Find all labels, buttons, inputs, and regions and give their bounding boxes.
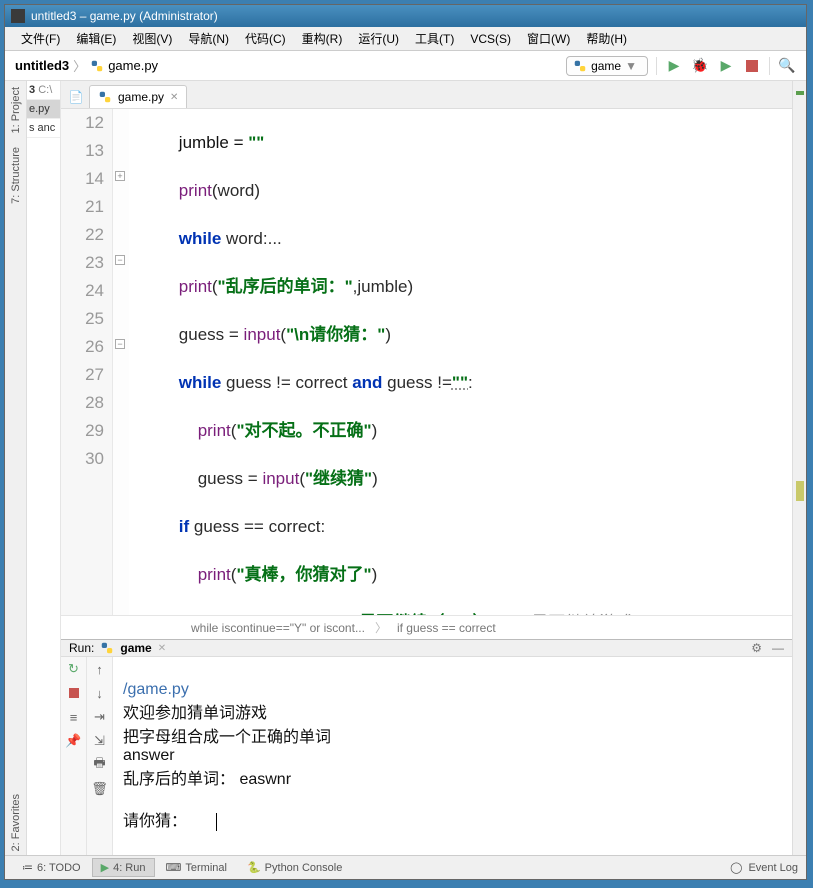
titlebar: untitled3 – game.py (Administrator): [5, 5, 806, 27]
bottom-tab-run[interactable]: ▶4: Run: [92, 858, 155, 877]
code-area[interactable]: jumble = "" print(word) while word:... p…: [129, 109, 792, 615]
menu-refactor[interactable]: 重构(R): [296, 28, 349, 49]
console-path: /game.py: [123, 681, 189, 698]
chevron-down-icon: ▼: [625, 59, 637, 73]
project-tree[interactable]: 3 C:\ e.py s anc: [27, 81, 61, 855]
console-line: answer: [123, 747, 175, 764]
stop-button[interactable]: [743, 57, 761, 75]
editor-tab[interactable]: game.py ✕: [89, 85, 187, 108]
app-icon: [11, 9, 25, 23]
down-icon[interactable]: ↓: [92, 685, 108, 701]
console-line: 把字母组合成一个正确的单词: [123, 729, 331, 746]
layout-icon[interactable]: ≡: [66, 709, 82, 725]
console-output[interactable]: /game.py 欢迎参加猜单词游戏 把字母组合成一个正确的单词 answer …: [113, 657, 792, 855]
separator: [656, 57, 657, 75]
ok-marker: [796, 91, 804, 95]
menu-run[interactable]: 运行(U): [352, 28, 405, 49]
project-row[interactable]: 3 C:\: [27, 81, 60, 100]
menu-window[interactable]: 窗口(W): [521, 28, 576, 49]
console-line: 乱序后的单词： easwnr: [123, 771, 291, 788]
run-button[interactable]: ▶: [665, 57, 683, 75]
code-editor[interactable]: 12131421222324252627282930 + − − jumble …: [61, 109, 792, 615]
tool-favorites[interactable]: 2: Favorites: [10, 790, 22, 855]
debug-button[interactable]: 🐞: [691, 57, 709, 75]
breadcrumb-file[interactable]: game.py: [90, 58, 158, 73]
bottom-tab-terminal[interactable]: ⌨Terminal: [157, 858, 236, 877]
up-icon[interactable]: ↑: [92, 661, 108, 677]
editor-error-stripe[interactable]: [792, 81, 806, 855]
run-toolbar-b: ↑ ↓ ⇥ ⇲ 🖶 🗑: [87, 657, 113, 855]
event-log-icon[interactable]: ◯: [730, 861, 742, 874]
project-row-selected[interactable]: e.py: [27, 100, 60, 119]
menu-tools[interactable]: 工具(T): [409, 28, 460, 49]
menu-edit[interactable]: 编辑(E): [70, 28, 122, 49]
search-button[interactable]: 🔍: [778, 57, 796, 75]
run-with-coverage-button[interactable]: ▶: [717, 57, 735, 75]
close-icon[interactable]: ✕: [170, 92, 178, 103]
project-row[interactable]: s anc: [27, 119, 60, 138]
run-toolbar-a: ↻ ≡ 📌: [61, 657, 87, 855]
bottom-bar: ≔6: TODO ▶4: Run ⌨Terminal 🐍Python Conso…: [5, 855, 806, 879]
navbar: untitled3 〉 game.py game ▼ ▶ 🐞 ▶ 🔍: [5, 51, 806, 81]
fold-column[interactable]: + − −: [113, 109, 129, 615]
console-prompt: 请你猜：: [123, 813, 187, 830]
pin-icon[interactable]: 📌: [66, 733, 82, 749]
run-panel-title: Run:: [69, 641, 94, 655]
bottom-tab-todo[interactable]: ≔6: TODO: [13, 858, 90, 877]
close-icon[interactable]: ✕: [158, 643, 166, 654]
minimize-icon[interactable]: —: [772, 641, 784, 655]
scroll-icon[interactable]: ⇲: [92, 733, 108, 749]
fold-icon[interactable]: −: [115, 255, 125, 265]
menu-view[interactable]: 视图(V): [126, 28, 178, 49]
fold-icon[interactable]: +: [115, 171, 125, 181]
menubar: 文件(F) 编辑(E) 视图(V) 导航(N) 代码(C) 重构(R) 运行(U…: [5, 27, 806, 51]
menu-vcs[interactable]: VCS(S): [464, 30, 517, 48]
breadcrumb: untitled3 〉 game.py: [15, 56, 158, 75]
bottom-tab-pyconsole[interactable]: 🐍Python Console: [238, 858, 351, 877]
menu-nav[interactable]: 导航(N): [182, 28, 235, 49]
python-icon: [100, 641, 114, 655]
editor-tabs: 📄 game.py ✕: [61, 81, 792, 109]
text-cursor: [216, 813, 217, 831]
python-icon: [573, 59, 587, 73]
run-panel-config[interactable]: game: [120, 641, 151, 655]
tool-project[interactable]: 1: Project: [10, 83, 22, 137]
gear-icon[interactable]: ⚙: [751, 641, 762, 655]
line-gutter: 12131421222324252627282930: [61, 109, 113, 615]
toolbar-right: game ▼ ▶ 🐞 ▶ 🔍: [566, 56, 796, 76]
tab-options-icon[interactable]: 📄: [65, 86, 87, 108]
print-icon[interactable]: 🖶: [92, 757, 108, 773]
warn-marker: [796, 481, 804, 501]
menu-file[interactable]: 文件(F): [15, 28, 66, 49]
console-line: 欢迎参加猜单词游戏: [123, 705, 267, 722]
tool-structure[interactable]: 7: Structure: [10, 143, 22, 208]
menu-help[interactable]: 帮助(H): [580, 28, 633, 49]
wrap-icon[interactable]: ⇥: [92, 709, 108, 725]
editor-breadcrumb[interactable]: while iscontinue=="Y" or iscont... 〉 if …: [61, 615, 792, 639]
menu-code[interactable]: 代码(C): [239, 28, 292, 49]
event-log-label[interactable]: Event Log: [748, 862, 798, 874]
run-panel: Run: game ✕ ⚙ — ↻ ≡ 📌: [61, 639, 792, 855]
run-panel-header: Run: game ✕ ⚙ —: [61, 640, 792, 657]
stop-icon[interactable]: [66, 685, 82, 701]
run-config-select[interactable]: game ▼: [566, 56, 648, 76]
trash-icon[interactable]: 🗑: [92, 781, 108, 797]
breadcrumb-project[interactable]: untitled3: [15, 58, 69, 73]
rerun-icon[interactable]: ↻: [66, 661, 82, 677]
window-title: untitled3 – game.py (Administrator): [31, 9, 218, 23]
python-icon: [90, 59, 104, 73]
left-toolwindow-bar: 1: Project 7: Structure 2: Favorites: [5, 81, 27, 855]
tab-label: game.py: [118, 90, 164, 104]
python-icon: [98, 90, 112, 104]
separator: [769, 57, 770, 75]
breadcrumb-sep: 〉: [73, 56, 86, 75]
fold-icon[interactable]: −: [115, 339, 125, 349]
